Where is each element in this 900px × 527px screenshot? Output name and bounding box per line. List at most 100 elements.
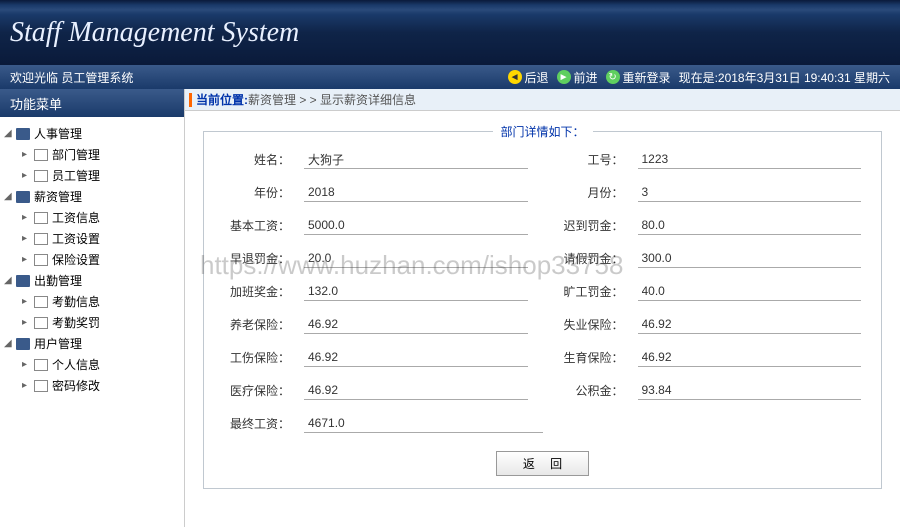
pension-label: 养老保险： [224, 316, 304, 333]
tree-item-label: 考勤信息 [52, 293, 100, 310]
tree-item[interactable]: ▸部门管理 [22, 144, 180, 165]
month-label: 月份： [558, 184, 638, 201]
birth-field[interactable] [638, 348, 862, 367]
tree-item-label: 工资信息 [52, 209, 100, 226]
tree-group[interactable]: ◢ 出勤管理 [4, 270, 180, 291]
name-label: 姓名： [224, 151, 304, 168]
breadcrumb: 当前位置: 薪资管理 > > 显示薪资详细信息 [185, 89, 900, 111]
relogin-label: 重新登录 [623, 69, 671, 86]
tree-group-label: 用户管理 [34, 335, 82, 352]
relogin-button[interactable]: ↻ 重新登录 [606, 69, 671, 86]
pension-field[interactable] [304, 315, 528, 334]
unemp-field[interactable] [638, 315, 862, 334]
tree-group-label: 薪资管理 [34, 188, 82, 205]
detail-fieldset: 部门详情如下： 姓名：工号：年份：月份：基本工资：迟到罚金：早退罚金：请假罚金：… [203, 131, 882, 489]
tree-item-label: 员工管理 [52, 167, 100, 184]
forward-button[interactable]: ► 前进 [557, 69, 598, 86]
tree-bullet-icon: ▸ [22, 380, 32, 391]
welcome-text: 欢迎光临 员工管理系统 [10, 69, 508, 86]
year-field[interactable] [304, 183, 528, 202]
tree-item-label: 保险设置 [52, 251, 100, 268]
back-button[interactable]: ◄ 后退 [508, 69, 549, 86]
tree-group[interactable]: ◢用户管理 [4, 333, 180, 354]
late-field[interactable] [638, 216, 862, 235]
tree-bullet-icon: ▸ [22, 233, 32, 244]
content-area: 当前位置: 薪资管理 > > 显示薪资详细信息 部门详情如下： 姓名：工号：年份… [185, 89, 900, 527]
app-title: Staff Management System [10, 17, 299, 49]
breadcrumb-path: 薪资管理 > > 显示薪资详细信息 [248, 91, 416, 108]
file-icon [34, 254, 48, 266]
tree-bullet-icon: ▸ [22, 170, 32, 181]
tree-toggle-icon: ◢ [4, 191, 14, 202]
back-label: 后退 [525, 69, 549, 86]
folder-icon [16, 128, 30, 140]
file-icon [34, 317, 48, 329]
absent-field[interactable] [638, 282, 862, 301]
tree-bullet-icon: ▸ [22, 317, 32, 328]
folder-icon [16, 275, 30, 287]
tree-item[interactable]: ▸个人信息 [22, 354, 180, 375]
base-label: 基本工资： [224, 217, 304, 234]
medical-field[interactable] [304, 381, 528, 400]
file-icon [34, 380, 48, 392]
sidebar: 功能菜单 ◢人事管理▸部门管理▸员工管理◢薪资管理▸工资信息▸工资设置▸保险设置… [0, 89, 185, 527]
tree-group-label: 人事管理 [34, 125, 82, 142]
arrow-right-icon: ► [557, 70, 571, 84]
tree-item[interactable]: ▸ 考勤奖罚 [22, 312, 180, 333]
final-field[interactable] [304, 414, 543, 433]
medical-label: 医疗保险： [224, 382, 304, 399]
folder-icon [16, 338, 30, 350]
file-icon [34, 359, 48, 371]
file-icon [34, 233, 48, 245]
refresh-icon: ↻ [606, 70, 620, 84]
arrow-left-icon: ◄ [508, 70, 522, 84]
file-icon [34, 170, 48, 182]
nav-tree: ◢人事管理▸部门管理▸员工管理◢薪资管理▸工资信息▸工资设置▸保险设置◢出勤管理… [0, 117, 184, 402]
tree-group[interactable]: ◢ 薪资管理 [4, 186, 180, 207]
birth-label: 生育保险： [558, 349, 638, 366]
empno-field[interactable] [638, 150, 862, 169]
tree-item-label: 工资设置 [52, 230, 100, 247]
final-label: 最终工资： [224, 415, 304, 432]
early-field[interactable] [304, 249, 528, 268]
early-label: 早退罚金： [224, 250, 304, 267]
tree-item[interactable]: ▸考勤信息 [22, 291, 180, 312]
fund-field[interactable] [638, 381, 862, 400]
tree-item[interactable]: ▸ 保险设置 [22, 249, 180, 270]
ot-field[interactable] [304, 282, 528, 301]
tree-group[interactable]: ◢人事管理 [4, 123, 180, 144]
empno-label: 工号： [558, 151, 638, 168]
leave-field[interactable] [638, 249, 862, 268]
tree-group-label: 出勤管理 [34, 272, 82, 289]
breadcrumb-label: 当前位置: [196, 91, 248, 108]
injury-label: 工伤保险： [224, 349, 304, 366]
base-field[interactable] [304, 216, 528, 235]
file-icon [34, 212, 48, 224]
file-icon [34, 296, 48, 308]
month-field[interactable] [638, 183, 862, 202]
tree-item-label: 考勤奖罚 [52, 314, 100, 331]
tree-bullet-icon: ▸ [22, 254, 32, 265]
tree-item[interactable]: ▸ 工资信息 [22, 207, 180, 228]
tree-item[interactable]: ▸ 工资设置 [22, 228, 180, 249]
injury-field[interactable] [304, 348, 528, 367]
file-icon [34, 149, 48, 161]
topbar: 欢迎光临 员工管理系统 ◄ 后退 ► 前进 ↻ 重新登录 现在是:2018年3月… [0, 65, 900, 89]
folder-icon [16, 191, 30, 203]
tree-toggle-icon: ◢ [4, 275, 14, 286]
forward-label: 前进 [574, 69, 598, 86]
year-label: 年份： [224, 184, 304, 201]
ot-label: 加班奖金： [224, 283, 304, 300]
breadcrumb-bar-icon [189, 93, 192, 107]
late-label: 迟到罚金： [558, 217, 638, 234]
unemp-label: 失业保险： [558, 316, 638, 333]
sidebar-title: 功能菜单 [0, 89, 184, 117]
tree-item[interactable]: ▸密码修改 [22, 375, 180, 396]
tree-bullet-icon: ▸ [22, 212, 32, 223]
tree-bullet-icon: ▸ [22, 359, 32, 370]
tree-bullet-icon: ▸ [22, 149, 32, 160]
tree-item[interactable]: ▸ 员工管理 [22, 165, 180, 186]
name-field[interactable] [304, 150, 528, 169]
leave-label: 请假罚金： [558, 250, 638, 267]
return-button[interactable]: 返 回 [496, 451, 589, 476]
